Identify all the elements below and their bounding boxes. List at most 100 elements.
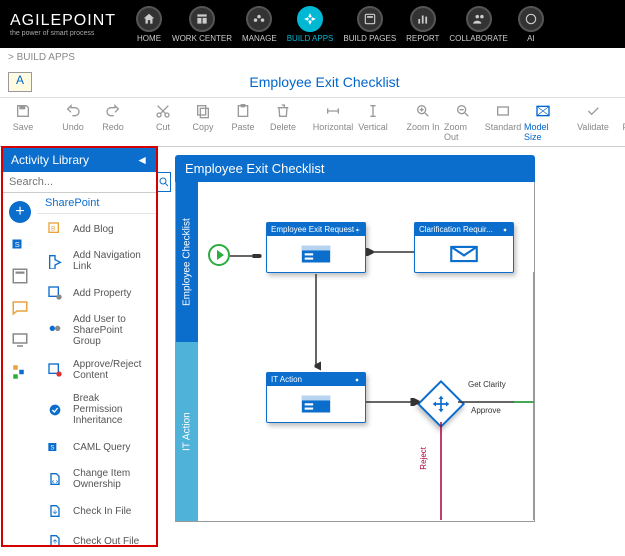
report-icon [410,6,436,32]
modelsize-icon [532,102,554,120]
activity-approve-reject[interactable]: Approve/Reject Content [37,353,156,387]
gear-icon[interactable] [501,226,509,234]
delete-icon [272,102,294,120]
zoomin-button[interactable]: Zoom In [404,102,442,142]
standard-button[interactable]: Standard [484,102,522,142]
activity-change-ownership[interactable]: Change Item Ownership [37,462,156,496]
left-tool-pane: + S [3,193,37,556]
process-canvas[interactable]: Employee Checklist IT Action Employee Ex… [175,182,535,522]
activity-checkin-file[interactable]: Check In File [37,496,156,526]
start-event[interactable] [208,244,230,266]
navlink-icon [45,252,65,270]
monitor-tool[interactable] [9,329,31,351]
cut-icon [152,102,174,120]
paste-button[interactable]: Paste [224,102,262,142]
validate-button[interactable]: Validate [574,102,612,142]
canvas-area: Employee Exit Checklist Employee Checkli… [157,147,625,546]
nav-buildpages[interactable]: BUILD PAGES [343,6,396,43]
redo-button[interactable]: Redo [94,102,132,142]
task-employee-exit-request[interactable]: Employee Exit Request [266,222,366,273]
save-icon [12,102,34,120]
property-icon [45,284,65,302]
nav-manage[interactable]: MANAGE [242,6,277,43]
add-button[interactable]: + [9,201,31,223]
nav-collaborate[interactable]: COLLABORATE [449,6,508,43]
activity-checkout-file[interactable]: Check Out File [37,526,156,556]
copy-button[interactable]: Copy [184,102,222,142]
activity-caml-query[interactable]: SCAML Query [37,432,156,462]
page-title: Employee Exit Checklist [32,74,617,90]
sharepoint-tool[interactable]: S [9,233,31,255]
lane-employee-checklist[interactable]: Employee Checklist [176,182,198,342]
nav-workcenter[interactable]: WORK CENTER [172,6,232,43]
horizontal-button[interactable]: Horizontal [314,102,352,142]
edge-label-reject: Reject [419,447,428,470]
redo-icon [102,102,124,120]
lane-it-action[interactable]: IT Action [176,342,198,522]
gear-icon[interactable] [354,226,361,234]
svg-text:B: B [51,225,56,232]
activity-add-user-group[interactable]: Add User to SharePoint Group [37,308,156,353]
permission-icon [45,401,65,419]
nav-more[interactable]: AI [518,6,544,43]
zoomin-icon [412,102,434,120]
activity-add-nav-link[interactable]: Add Navigation Link [37,244,156,278]
edge-label-getclarity: Get Clarity [468,380,506,389]
breadcrumb[interactable]: > BUILD APPS [0,48,625,67]
svg-text:S: S [50,446,54,452]
search-input[interactable] [3,172,157,192]
gateway-arrows-icon [429,392,453,416]
title-area: A Employee Exit Checklist [0,67,625,97]
top-nav: AGILEPOINT the power of smart process HO… [0,0,625,48]
brand-name: AGILEPOINT [10,12,116,30]
task-it-action[interactable]: IT Action [266,372,366,423]
modelsize-button[interactable]: Model Size [524,102,562,142]
activity-list: BAdd Blog Add Navigation Link Add Proper… [37,214,156,556]
manage-icon [246,6,272,32]
buildpages-icon [357,6,383,32]
activity-library-panel: Activity Library ◄ + S SharePoint BAdd B… [2,147,157,546]
task-clarification-required[interactable]: Clarification Requir... [414,222,514,273]
activity-library-header: Activity Library ◄ [3,148,156,172]
brand-tagline: the power of smart process [10,30,116,37]
buildapps-icon [297,6,323,32]
validate-icon [582,102,604,120]
zoomout-button[interactable]: Zoom Out [444,102,482,142]
activity-break-permission[interactable]: Break Permission Inheritance [37,387,156,432]
caml-icon: S [45,438,65,456]
svg-text:S: S [15,240,20,249]
chevron-left-icon[interactable]: ◄ [136,153,148,167]
blog-icon: B [45,220,65,238]
collaborate-icon [466,6,492,32]
workcenter-icon [189,6,215,32]
chat-tool[interactable] [9,297,31,319]
cut-button[interactable]: Cut [144,102,182,142]
steps-tool[interactable] [9,361,31,383]
usergroup-icon [45,322,65,340]
activity-add-property[interactable]: Add Property [37,278,156,308]
ownership-icon [45,470,65,488]
form-tool[interactable] [9,265,31,287]
copy-icon [192,102,214,120]
approve-icon [45,361,65,379]
category-sharepoint[interactable]: SharePoint [37,193,156,214]
standard-icon [492,102,514,120]
undo-button[interactable]: Undo [54,102,92,142]
canvas-header: Employee Exit Checklist [175,155,535,182]
activity-add-blog[interactable]: BAdd Blog [37,214,156,244]
vertical-icon [362,102,384,120]
more-icon [518,6,544,32]
checkin-icon [45,502,65,520]
nav-home[interactable]: HOME [136,6,162,43]
nav-buildapps[interactable]: BUILD APPS [287,6,334,43]
gear-icon[interactable] [353,376,361,384]
paste-icon [232,102,254,120]
undo-icon [62,102,84,120]
toolbar: Save Undo Redo Cut Copy Paste Delete Hor… [0,97,625,147]
font-preview[interactable]: A [8,72,32,92]
nav-report[interactable]: REPORT [406,6,439,43]
delete-button[interactable]: Delete [264,102,302,142]
vertical-button[interactable]: Vertical [354,102,392,142]
save-button[interactable]: Save [4,102,42,142]
horizontal-icon [322,102,344,120]
